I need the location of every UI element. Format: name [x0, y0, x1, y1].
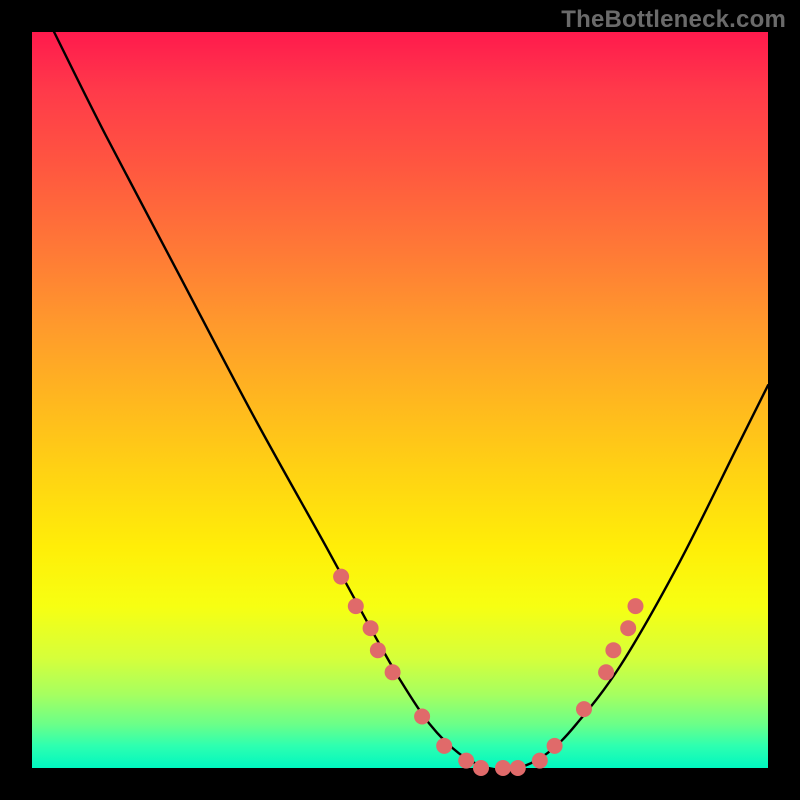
highlight-dot — [333, 569, 349, 585]
highlight-dot — [436, 738, 452, 754]
highlight-dot — [628, 598, 644, 614]
highlight-dot — [363, 620, 379, 636]
highlight-dot — [495, 760, 511, 776]
watermark-text: TheBottleneck.com — [561, 6, 786, 34]
highlight-dot — [598, 664, 614, 680]
highlight-dot — [510, 760, 526, 776]
highlight-dot — [414, 709, 430, 725]
highlight-dot — [532, 753, 548, 769]
highlight-dot — [605, 642, 621, 658]
chart-frame: TheBottleneck.com — [0, 0, 800, 800]
bottleneck-curve — [54, 32, 768, 770]
highlight-dot — [458, 753, 474, 769]
highlight-dot — [385, 664, 401, 680]
highlight-dot — [370, 642, 386, 658]
highlight-dot — [547, 738, 563, 754]
highlight-dot — [576, 701, 592, 717]
chart-svg — [32, 32, 768, 768]
highlight-dot — [620, 620, 636, 636]
highlight-dots — [333, 569, 643, 776]
highlight-dot — [348, 598, 364, 614]
highlight-dot — [473, 760, 489, 776]
